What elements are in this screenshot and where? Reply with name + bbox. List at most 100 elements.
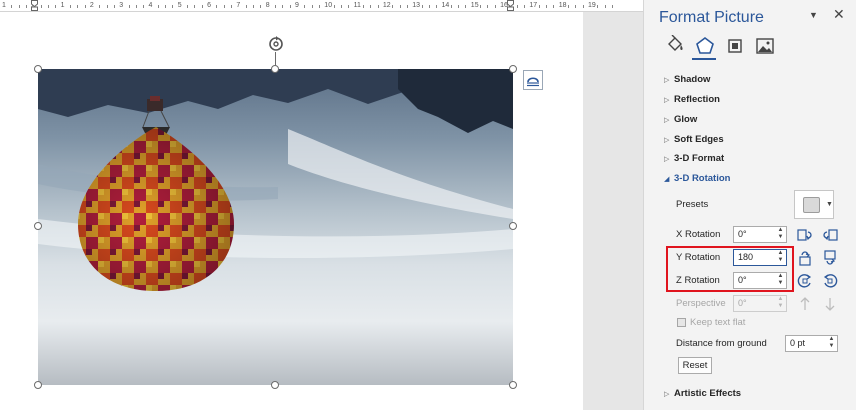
rotate-clockwise-icon[interactable] <box>821 272 839 290</box>
ruler-number: 5 <box>177 2 182 9</box>
chevron-down-icon: ▼ <box>826 201 833 208</box>
section-shadow[interactable]: ▷ Shadow <box>664 74 710 88</box>
rotate-right-icon[interactable] <box>821 226 839 244</box>
resize-handle-bottom-left[interactable] <box>34 381 42 389</box>
chevron-right-icon: ▷ <box>664 391 670 398</box>
pane-title: Format Picture <box>659 9 764 26</box>
ruler-tick <box>406 5 408 8</box>
size-icon[interactable] <box>724 35 746 57</box>
perspective-value: 0° <box>738 298 747 308</box>
ruler-number: 6 <box>207 2 211 9</box>
resize-handle-top-center[interactable] <box>271 65 279 73</box>
ruler-tick <box>245 5 247 8</box>
distance-from-ground-input[interactable]: 0 pt ▲ ▼ <box>785 335 838 352</box>
distance-from-ground-label: Distance from ground <box>676 338 767 349</box>
ruler-number: 14 <box>441 2 450 9</box>
resize-handle-middle-left[interactable] <box>34 222 42 230</box>
section-label: Soft Edges <box>674 134 724 145</box>
paint-bucket-icon[interactable] <box>664 34 686 57</box>
rotate-down-icon[interactable] <box>821 249 839 267</box>
ruler-tick <box>77 5 79 8</box>
section-artistic-effects[interactable]: ▷ Artistic Effects <box>664 388 741 402</box>
x-rotation-label: X Rotation <box>676 229 721 240</box>
ruler-tick <box>113 5 115 8</box>
ruler-number: 2 <box>89 2 94 9</box>
keep-text-flat-checkbox <box>677 318 686 327</box>
ruler-tick <box>106 5 108 8</box>
ruler-tick <box>304 5 306 8</box>
ruler-number: 8 <box>265 2 270 9</box>
x-rotation-input[interactable]: 0° ▲ ▼ <box>733 226 787 243</box>
ruler-tick <box>18 5 20 8</box>
reset-button[interactable]: Reset <box>678 357 712 374</box>
ruler-tick <box>11 5 13 8</box>
section-soft-edges[interactable]: ▷ Soft Edges <box>664 134 724 148</box>
ruler-number: 9 <box>295 2 299 9</box>
format-picture-pane: Format Picture ▼ ✕ ▷ Shadow ▷ Reflection… <box>643 0 856 410</box>
ruler-tick <box>450 5 452 8</box>
resize-handle-middle-right[interactable] <box>509 222 517 230</box>
document-area: 1212345678910111213141516171819 <box>0 0 643 410</box>
ruler-left-indent-marker[interactable] <box>31 0 38 11</box>
x-rotation-value: 0° <box>738 229 747 239</box>
rotate-handle-icon[interactable] <box>266 34 286 54</box>
ruler-tick <box>275 5 277 8</box>
pentagon-icon[interactable] <box>694 35 716 57</box>
spin-arrows-icon: ▲ ▼ <box>777 296 784 309</box>
ruler-tick <box>143 5 145 8</box>
horizontal-ruler[interactable]: 1212345678910111213141516171819 <box>0 0 643 12</box>
ruler-tick <box>377 5 379 8</box>
resize-handle-bottom-center[interactable] <box>271 381 279 389</box>
ruler-number: 4 <box>148 2 153 9</box>
ruler-tick <box>231 5 233 8</box>
ruler-tick <box>194 5 196 8</box>
spin-arrows-icon[interactable]: ▲ ▼ <box>828 336 835 351</box>
chevron-down-icon[interactable]: ▼ <box>809 10 819 20</box>
layout-options-icon[interactable] <box>523 70 543 90</box>
ruler-tick <box>582 5 584 8</box>
rotate-left-icon[interactable] <box>796 226 814 244</box>
ruler-tick <box>538 5 540 8</box>
presets-label: Presets <box>676 199 709 210</box>
picture-icon[interactable] <box>754 35 776 57</box>
ruler-tick <box>516 5 518 8</box>
ruler-number: 7 <box>236 2 241 9</box>
section-glow[interactable]: ▷ Glow <box>664 114 697 128</box>
rotate-counterclockwise-icon[interactable] <box>796 272 814 290</box>
spin-arrows-icon[interactable]: ▲ ▼ <box>777 227 784 242</box>
ruler-tick <box>333 5 335 8</box>
section-reflection[interactable]: ▷ Reflection <box>664 94 720 108</box>
resize-handle-bottom-right[interactable] <box>509 381 517 389</box>
ruler-tick <box>428 5 430 8</box>
ruler-tick <box>84 5 86 8</box>
ruler-tick <box>165 5 167 8</box>
section-3d-rotation[interactable]: ◢ 3-D Rotation <box>664 173 730 187</box>
ruler-tick <box>465 5 467 8</box>
ruler-tick <box>223 5 225 8</box>
ruler-tick <box>604 5 606 8</box>
ruler-tick <box>494 5 496 8</box>
rotate-up-icon[interactable] <box>796 249 814 267</box>
ruler-tick <box>253 5 255 8</box>
ruler-tick <box>480 5 482 8</box>
resize-handle-top-left[interactable] <box>34 65 42 73</box>
ruler-number: 10 <box>324 2 333 9</box>
selected-picture[interactable] <box>38 69 513 385</box>
section-label: 3-D Rotation <box>674 173 731 184</box>
ruler-number: 18 <box>558 2 567 9</box>
close-icon[interactable]: ✕ <box>833 7 845 21</box>
resize-handle-top-right[interactable] <box>509 65 517 73</box>
presets-dropdown[interactable]: ▼ <box>794 190 834 219</box>
chevron-right-icon: ▷ <box>664 137 670 144</box>
arrow-down-icon <box>821 295 839 313</box>
ruler-tick <box>399 5 401 8</box>
perspective-input: 0° ▲ ▼ <box>733 295 787 312</box>
ruler-tick <box>611 5 613 8</box>
ruler-tick <box>47 5 49 8</box>
chevron-right-icon: ▷ <box>664 77 670 84</box>
section-3d-format[interactable]: ▷ 3-D Format <box>664 153 724 167</box>
ruler-tick <box>392 5 394 8</box>
ruler-right-indent-marker[interactable] <box>507 0 514 11</box>
ruler-number: 17 <box>529 2 538 9</box>
distance-value: 0 pt <box>790 338 806 348</box>
